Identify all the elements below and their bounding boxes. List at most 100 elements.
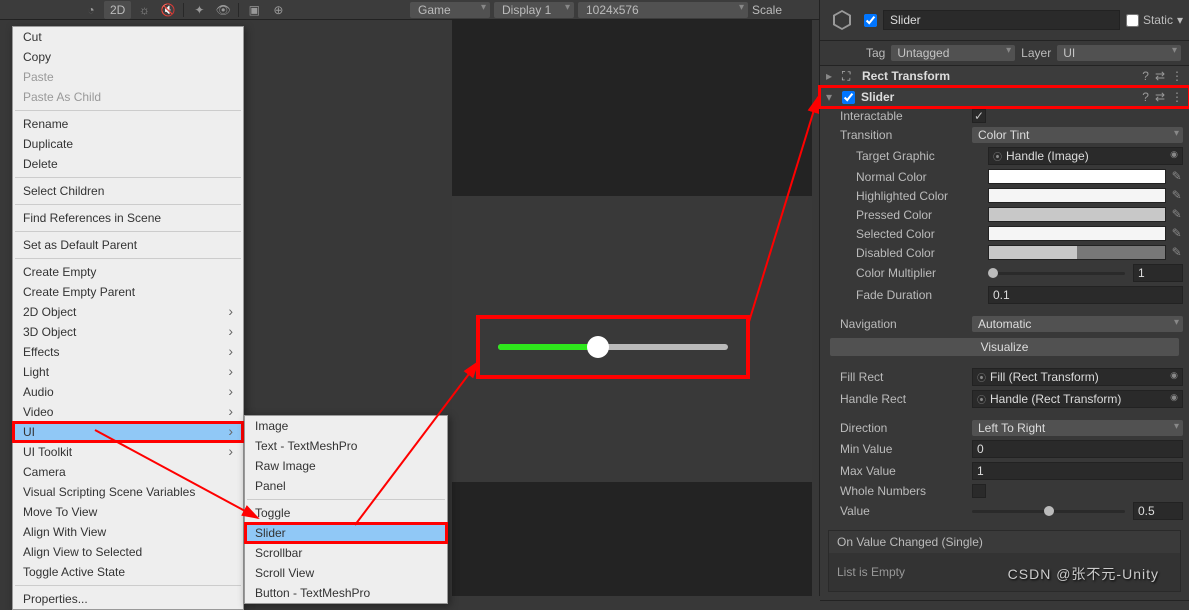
context-menu-item: Paste As Child [13, 87, 243, 107]
context-menu-item[interactable]: UI [13, 422, 243, 442]
target-graphic-label: Target Graphic [856, 149, 982, 163]
fx-icon[interactable]: ✦ [188, 1, 210, 19]
rect-transform-component: ▸ ⛶ Rect Transform ?⇄⋮ [820, 66, 1189, 87]
ui-submenu-item[interactable]: Raw Image [245, 456, 447, 476]
preset-icon[interactable]: ⇄ [1155, 90, 1165, 104]
light-icon[interactable]: ☼ [133, 1, 155, 19]
tag-dropdown[interactable]: Untagged [891, 45, 1015, 61]
ui-submenu-item[interactable]: Toggle [245, 503, 447, 523]
context-menu-item[interactable]: 3D Object [13, 322, 243, 342]
menu-icon[interactable]: ⋮ [1171, 90, 1183, 104]
expand-icon[interactable]: ▸ [826, 69, 836, 83]
ui-submenu-item[interactable]: Image [245, 416, 447, 436]
context-menu-item[interactable]: Camera [13, 462, 243, 482]
context-menu-item[interactable]: Create Empty Parent [13, 282, 243, 302]
fill-rect-field[interactable]: Fill (Rect Transform) [972, 368, 1183, 386]
navigation-dropdown[interactable]: Automatic [972, 316, 1183, 332]
preset-icon[interactable]: ⇄ [1155, 69, 1165, 83]
fill-rect-label: Fill Rect [840, 370, 966, 384]
fade-duration-field[interactable]: 0.1 [988, 286, 1183, 304]
context-menu-item[interactable]: Set as Default Parent [13, 235, 243, 255]
context-menu-item[interactable]: Effects [13, 342, 243, 362]
context-menu-item[interactable]: Video [13, 402, 243, 422]
hierarchy-context-menu[interactable]: CutCopyPastePaste As Child RenameDuplicat… [12, 26, 244, 610]
hidden-icon[interactable]: 👁 [212, 1, 234, 19]
context-menu-item[interactable]: Align With View [13, 522, 243, 542]
highlighted-color-label: Highlighted Color [856, 189, 982, 203]
slider-component: ▾ Slider ?⇄⋮ Interactable✓ TransitionCol… [820, 87, 1189, 601]
direction-label: Direction [840, 421, 966, 435]
view-dropdown[interactable]: Game [410, 2, 490, 18]
context-menu-item[interactable]: Copy [13, 47, 243, 67]
context-menu-item[interactable]: Find References in Scene [13, 208, 243, 228]
rect-transform-icon: ⛶ [842, 69, 856, 83]
context-menu-item[interactable]: Toggle Active State [13, 562, 243, 582]
target-graphic-field[interactable]: Handle (Image) [988, 147, 1183, 165]
ui-submenu-item[interactable]: Text - TextMeshPro [245, 436, 447, 456]
color-multiplier-slider[interactable]: 1 [988, 264, 1183, 282]
ui-submenu[interactable]: ImageText - TextMeshProRaw ImagePanel Tog… [244, 415, 448, 604]
slider-handle[interactable] [587, 336, 609, 358]
inspector-panel: Slider Static ▾ Tag Untagged Layer UI ▸ … [819, 0, 1189, 596]
context-menu-item[interactable]: Visual Scripting Scene Variables [13, 482, 243, 502]
context-menu-item[interactable]: 2D Object [13, 302, 243, 322]
gizmo-icon[interactable]: ◔ [80, 1, 102, 19]
context-menu-item[interactable]: Move To View [13, 502, 243, 522]
max-value-label: Max Value [840, 464, 966, 478]
tag-label: Tag [866, 46, 885, 60]
context-menu-item[interactable]: Cut [13, 27, 243, 47]
context-menu-item[interactable]: UI Toolkit [13, 442, 243, 462]
component-enabled-checkbox[interactable] [842, 91, 855, 104]
pressed-color-swatch[interactable] [988, 207, 1166, 222]
static-toggle[interactable]: Static ▾ [1126, 13, 1183, 27]
tag-layer-row: Tag Untagged Layer UI [820, 41, 1189, 66]
slider-preview[interactable] [480, 319, 746, 375]
active-checkbox[interactable] [864, 14, 877, 27]
highlighted-color-swatch[interactable] [988, 188, 1166, 203]
help-icon[interactable]: ? [1142, 90, 1149, 104]
gameobject-name-field[interactable]: Slider [883, 10, 1120, 30]
context-menu-item[interactable]: Light [13, 362, 243, 382]
handle-rect-field[interactable]: Handle (Rect Transform) [972, 390, 1183, 408]
min-value-field[interactable]: 0 [972, 440, 1183, 458]
display-dropdown[interactable]: Display 1 [494, 2, 574, 18]
gizmos-icon[interactable]: ⊕ [267, 1, 289, 19]
whole-numbers-label: Whole Numbers [840, 484, 966, 498]
ui-submenu-item[interactable]: Scroll View [245, 563, 447, 583]
context-menu-item[interactable]: Align View to Selected [13, 542, 243, 562]
transition-dropdown[interactable]: Color Tint [972, 127, 1183, 143]
disabled-color-swatch[interactable] [988, 245, 1166, 260]
value-slider[interactable]: 0.5 [972, 502, 1183, 520]
menu-icon[interactable]: ⋮ [1171, 69, 1183, 83]
selected-color-swatch[interactable] [988, 226, 1166, 241]
context-menu-item[interactable]: Duplicate [13, 134, 243, 154]
expand-icon[interactable]: ▾ [826, 90, 836, 104]
ui-submenu-item[interactable]: Button - TextMeshPro [245, 583, 447, 603]
normal-color-swatch[interactable] [988, 169, 1166, 184]
2d-toggle[interactable]: 2D [104, 1, 131, 19]
max-value-field[interactable]: 1 [972, 462, 1183, 480]
context-menu-item[interactable]: Properties... [13, 589, 243, 609]
whole-numbers-checkbox[interactable] [972, 484, 986, 498]
help-icon[interactable]: ? [1142, 69, 1149, 83]
context-menu-item[interactable]: Rename [13, 114, 243, 134]
layer-dropdown[interactable]: UI [1057, 45, 1181, 61]
context-menu-item[interactable]: Audio [13, 382, 243, 402]
direction-dropdown[interactable]: Left To Right [972, 420, 1183, 436]
context-menu-item[interactable]: Create Empty [13, 262, 243, 282]
context-menu-item: Paste [13, 67, 243, 87]
audio-icon[interactable]: 🔇 [157, 1, 179, 19]
ui-submenu-item[interactable]: Slider [245, 523, 447, 543]
ui-submenu-item[interactable]: Scrollbar [245, 543, 447, 563]
on-value-changed-event: On Value Changed (Single) List is Empty [828, 530, 1181, 592]
resolution-dropdown[interactable]: 1024x576 [578, 2, 748, 18]
context-menu-item[interactable]: Select Children [13, 181, 243, 201]
interactable-checkbox[interactable]: ✓ [972, 109, 986, 123]
ui-submenu-item[interactable]: Panel [245, 476, 447, 496]
event-header: On Value Changed (Single) [829, 531, 1180, 553]
context-menu-item[interactable]: Delete [13, 154, 243, 174]
scale-label: Scale [752, 3, 782, 17]
camera-icon[interactable]: ▣ [243, 1, 265, 19]
visualize-button[interactable]: Visualize [830, 338, 1179, 356]
min-value-label: Min Value [840, 442, 966, 456]
